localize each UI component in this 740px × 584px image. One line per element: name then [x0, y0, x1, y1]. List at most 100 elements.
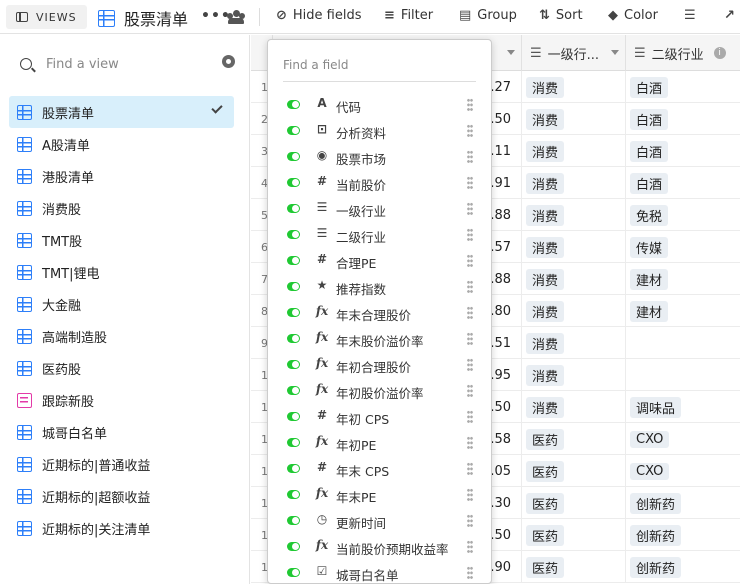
drag-handle-icon[interactable]	[467, 332, 473, 346]
level1-industry-cell[interactable]: 消费	[522, 71, 626, 103]
toggle-switch[interactable]	[287, 334, 300, 343]
chevron-down-icon[interactable]	[611, 50, 619, 55]
share-view-button[interactable]: ↗	[724, 8, 740, 23]
drag-handle-icon[interactable]	[467, 254, 473, 268]
toggle-switch[interactable]	[287, 126, 300, 135]
field-toggle-item[interactable]: A 代码	[268, 92, 491, 118]
toggle-switch[interactable]	[287, 464, 300, 473]
sidebar-view-item[interactable]: TMT股	[9, 224, 234, 256]
toggle-switch[interactable]	[287, 542, 300, 551]
hide-fields-button[interactable]: ⊘ Hide fields	[276, 8, 362, 23]
sidebar-view-item[interactable]: 高端制造股	[9, 320, 234, 352]
toggle-switch[interactable]	[287, 256, 300, 265]
sidebar-view-item[interactable]: A股清单	[9, 128, 234, 160]
header-level1-industry[interactable]: ☰ 一级行...	[522, 35, 626, 71]
level1-industry-cell[interactable]: 医药	[522, 519, 626, 551]
view-title[interactable]: 股票清单	[98, 6, 188, 30]
drag-handle-icon[interactable]	[467, 280, 473, 294]
color-button[interactable]: ◆ Color	[608, 8, 658, 23]
toggle-switch[interactable]	[287, 438, 300, 447]
level2-industry-cell[interactable]: 创新药	[626, 487, 740, 519]
toggle-switch[interactable]	[287, 178, 300, 187]
field-toggle-item[interactable]: # 当前股价	[268, 170, 491, 196]
level1-industry-cell[interactable]: 医药	[522, 455, 626, 487]
field-toggle-item[interactable]: fx 年初合理股价	[268, 352, 491, 378]
field-toggle-item[interactable]: fx 年末合理股价	[268, 300, 491, 326]
field-toggle-item[interactable]: ◷ 更新时间	[268, 508, 491, 534]
level1-industry-cell[interactable]: 消费	[522, 327, 626, 359]
header-level2-industry[interactable]: ☰ 二级行业 i	[626, 35, 740, 71]
toggle-switch[interactable]	[287, 516, 300, 525]
drag-handle-icon[interactable]	[467, 358, 473, 372]
toggle-switch[interactable]	[287, 204, 300, 213]
toggle-switch[interactable]	[287, 308, 300, 317]
drag-handle-icon[interactable]	[467, 306, 473, 320]
drag-handle-icon[interactable]	[467, 228, 473, 242]
level1-industry-cell[interactable]: 消费	[522, 391, 626, 423]
gear-icon[interactable]	[222, 55, 235, 68]
drag-handle-icon[interactable]	[467, 462, 473, 476]
sidebar-view-item[interactable]: 大金融	[9, 288, 234, 320]
level2-industry-cell[interactable]: 建材	[626, 295, 740, 327]
toggle-switch[interactable]	[287, 386, 300, 395]
level2-industry-cell[interactable]: CXO	[626, 455, 740, 487]
field-toggle-item[interactable]: fx 年末PE	[268, 482, 491, 508]
filter-button[interactable]: ≡ Filter	[384, 8, 433, 23]
drag-handle-icon[interactable]	[467, 514, 473, 528]
level2-industry-cell[interactable]: 创新药	[626, 551, 740, 583]
level1-industry-cell[interactable]: 消费	[522, 359, 626, 391]
level2-industry-cell[interactable]: 创新药	[626, 519, 740, 551]
drag-handle-icon[interactable]	[467, 566, 473, 580]
sidebar-view-item[interactable]: 股票清单	[9, 96, 234, 128]
drag-handle-icon[interactable]	[467, 410, 473, 424]
sidebar-view-item[interactable]: 跟踪新股	[9, 384, 234, 416]
level2-industry-cell[interactable]: 免税	[626, 199, 740, 231]
sidebar-view-item[interactable]: 医药股	[9, 352, 234, 384]
sidebar-view-item[interactable]: 近期标的|普通收益	[9, 448, 234, 480]
drag-handle-icon[interactable]	[467, 488, 473, 502]
toggle-switch[interactable]	[287, 412, 300, 421]
level2-industry-cell[interactable]	[626, 359, 740, 391]
drag-handle-icon[interactable]	[467, 124, 473, 138]
sidebar-view-item[interactable]: 近期标的|超额收益	[9, 480, 234, 512]
drag-handle-icon[interactable]	[467, 384, 473, 398]
level1-industry-cell[interactable]: 消费	[522, 199, 626, 231]
field-toggle-item[interactable]: ◉ 股票市场	[268, 144, 491, 170]
field-toggle-item[interactable]: fx 年初PE	[268, 430, 491, 456]
row-height-button[interactable]: ☰	[684, 8, 702, 23]
field-toggle-item[interactable]: fx 当前股价预期收益率	[268, 534, 491, 560]
level1-industry-cell[interactable]: 消费	[522, 167, 626, 199]
group-button[interactable]: ▤ Group	[459, 8, 517, 23]
level1-industry-cell[interactable]: 医药	[522, 487, 626, 519]
sidebar-view-item[interactable]: 近期标的|关注清单	[9, 512, 234, 544]
toggle-switch[interactable]	[287, 230, 300, 239]
drag-handle-icon[interactable]	[467, 436, 473, 450]
toggle-switch[interactable]	[287, 100, 300, 109]
collaborators-icon[interactable]	[227, 10, 245, 24]
field-toggle-item[interactable]: ☑ 城哥白名单	[268, 560, 491, 583]
field-toggle-item[interactable]: fx 年初股价溢价率	[268, 378, 491, 404]
level2-industry-cell[interactable]: CXO	[626, 423, 740, 455]
field-toggle-item[interactable]: # 年初 CPS	[268, 404, 491, 430]
level2-industry-cell[interactable]: 调味品	[626, 391, 740, 423]
level2-industry-cell[interactable]: 白酒	[626, 71, 740, 103]
view-search-input[interactable]: Find a view	[14, 51, 234, 77]
field-search-input[interactable]: Find a field	[283, 48, 476, 82]
field-toggle-item[interactable]: ☰ 二级行业	[268, 222, 491, 248]
field-toggle-item[interactable]: # 合理PE	[268, 248, 491, 274]
level1-industry-cell[interactable]: 医药	[522, 423, 626, 455]
drag-handle-icon[interactable]	[467, 150, 473, 164]
toggle-switch[interactable]	[287, 282, 300, 291]
toggle-switch[interactable]	[287, 360, 300, 369]
sidebar-view-item[interactable]: 城哥白名单	[9, 416, 234, 448]
field-toggle-item[interactable]: # 年末 CPS	[268, 456, 491, 482]
level2-industry-cell[interactable]: 传媒	[626, 231, 740, 263]
info-icon[interactable]: i	[713, 47, 726, 59]
field-toggle-item[interactable]: ★ 推荐指数	[268, 274, 491, 300]
level2-industry-cell[interactable]: 白酒	[626, 167, 740, 199]
level2-industry-cell[interactable]: 建材	[626, 263, 740, 295]
level2-industry-cell[interactable]: 白酒	[626, 103, 740, 135]
drag-handle-icon[interactable]	[467, 176, 473, 190]
chevron-down-icon[interactable]	[507, 50, 515, 55]
field-toggle-item[interactable]: ☰ 一级行业	[268, 196, 491, 222]
